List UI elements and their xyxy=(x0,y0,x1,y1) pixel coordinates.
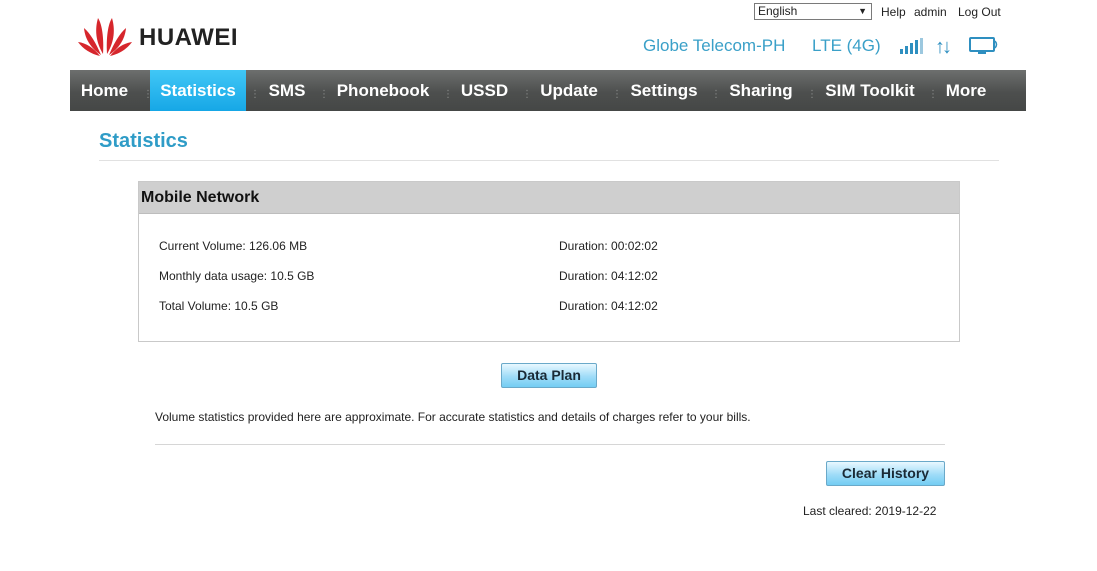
huawei-logo: HUAWEI xyxy=(77,14,257,58)
disclaimer-note: Volume statistics provided here are appr… xyxy=(155,410,751,424)
monthly-usage: Monthly data usage: 10.5 GB xyxy=(159,269,315,283)
nav-sim-toolkit[interactable]: SIM Toolkit xyxy=(815,70,925,111)
main-nav: Home Statistics SMS Phonebook USSD Updat… xyxy=(70,70,1026,111)
nav-separator: ⋮ xyxy=(443,89,453,100)
divider xyxy=(99,160,999,161)
nav-sms[interactable]: SMS xyxy=(257,70,317,111)
divider xyxy=(155,444,945,445)
nav-separator: ⋮ xyxy=(711,89,721,100)
logout-link[interactable]: Log Out xyxy=(958,5,1001,19)
language-selected: English xyxy=(758,4,798,18)
mobile-network-panel: Mobile Network Current Volume: 126.06 MB… xyxy=(138,181,960,342)
nav-separator: ⋮ xyxy=(319,89,329,100)
nav-update[interactable]: Update xyxy=(530,70,608,111)
nav-settings[interactable]: Settings xyxy=(620,70,708,111)
nav-home[interactable]: Home xyxy=(70,70,139,111)
clear-history-button[interactable]: Clear History xyxy=(826,461,945,486)
data-transfer-icon: ↑↓ xyxy=(935,36,952,58)
operator-name: Globe Telecom-PH xyxy=(643,36,786,55)
panel-heading: Mobile Network xyxy=(139,182,959,214)
nav-sharing[interactable]: Sharing xyxy=(719,70,803,111)
huawei-flower-icon xyxy=(78,18,132,56)
nav-separator: ⋮ xyxy=(928,89,938,100)
nav-ussd[interactable]: USSD xyxy=(451,70,518,111)
total-duration: Duration: 04:12:02 xyxy=(559,299,658,313)
language-select[interactable]: English ▼ xyxy=(754,3,872,20)
help-link[interactable]: Help xyxy=(881,5,906,19)
data-plan-button[interactable]: Data Plan xyxy=(501,363,597,388)
connected-device-icon xyxy=(969,37,999,60)
current-volume: Current Volume: 126.06 MB xyxy=(159,239,308,253)
nav-more[interactable]: More xyxy=(936,70,996,111)
nav-separator: ⋮ xyxy=(250,89,260,100)
current-duration: Duration: 00:02:02 xyxy=(559,239,658,253)
nav-separator: ⋮ xyxy=(612,89,622,100)
signal-strength-icon xyxy=(900,38,926,59)
brand-name: HUAWEI xyxy=(139,24,238,51)
user-name: admin xyxy=(914,5,947,19)
network-type: LTE (4G) xyxy=(812,36,881,55)
nav-separator: ⋮ xyxy=(807,89,817,100)
monthly-duration: Duration: 04:12:02 xyxy=(559,269,658,283)
page-title: Statistics xyxy=(99,130,188,152)
total-volume: Total Volume: 10.5 GB xyxy=(159,299,279,313)
nav-phonebook[interactable]: Phonebook xyxy=(327,70,439,111)
nav-statistics[interactable]: Statistics xyxy=(150,70,246,111)
dropdown-arrow-icon: ▼ xyxy=(858,6,867,16)
nav-separator: ⋮ xyxy=(522,89,532,100)
last-cleared-date: Last cleared: 2019-12-22 xyxy=(803,504,937,518)
nav-separator: ⋮ xyxy=(143,89,153,100)
